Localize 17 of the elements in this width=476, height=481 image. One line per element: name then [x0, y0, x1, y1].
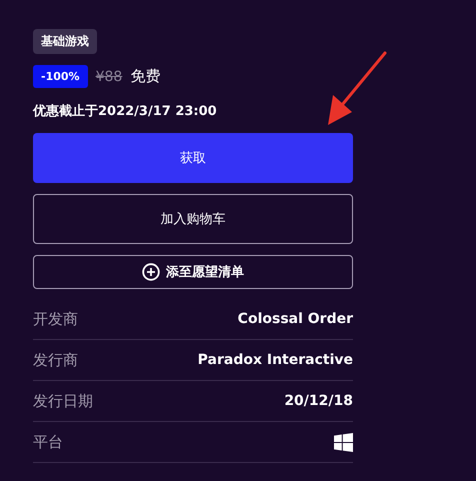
detail-label: 发行商 — [33, 350, 78, 370]
detail-value: Colossal Order — [238, 311, 353, 327]
detail-label: 开发商 — [33, 310, 78, 328]
base-game-tag: 基础游戏 — [33, 29, 97, 54]
discount-badge: -100% — [33, 65, 88, 88]
detail-value: 20/12/18 — [284, 393, 353, 409]
wishlist-button[interactable]: 添至愿望清单 — [33, 255, 353, 289]
offer-deadline: 优惠截止于2022/3/17 23:00 — [33, 103, 217, 120]
plus-circle-icon — [142, 263, 160, 281]
original-price: ¥88 — [96, 68, 122, 84]
get-button[interactable]: 获取 — [33, 133, 353, 183]
windows-icon — [334, 432, 353, 452]
detail-label: 平台 — [33, 432, 63, 452]
detail-value: Paradox Interactive — [198, 352, 353, 368]
add-to-cart-button[interactable]: 加入购物车 — [33, 194, 353, 244]
current-price: 免费 — [130, 67, 160, 86]
detail-label: 发行日期 — [33, 392, 93, 410]
